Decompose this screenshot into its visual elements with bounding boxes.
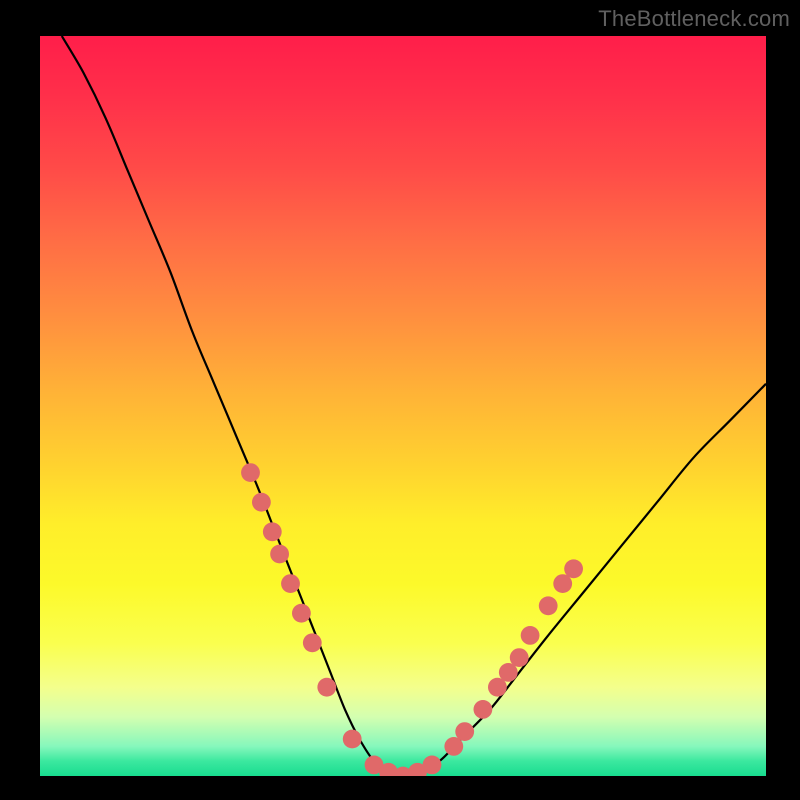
curve-marker — [317, 678, 336, 697]
bottleneck-curve — [62, 36, 766, 776]
curve-marker — [423, 756, 442, 775]
curve-marker — [510, 648, 529, 667]
curve-marker — [270, 545, 289, 564]
curve-marker — [539, 596, 558, 615]
curve-marker — [564, 559, 583, 578]
curve-marker — [455, 722, 474, 741]
curve-marker — [474, 700, 493, 719]
curve-markers — [241, 463, 583, 776]
plot-area — [40, 36, 766, 776]
curve-marker — [263, 522, 282, 541]
curve-marker — [343, 730, 362, 749]
curve-marker — [252, 493, 271, 512]
curve-marker — [241, 463, 260, 482]
curve-marker — [292, 604, 311, 623]
curve-marker — [281, 574, 300, 593]
curve-marker — [303, 633, 322, 652]
chart-svg — [40, 36, 766, 776]
watermark-text: TheBottleneck.com — [598, 6, 790, 32]
curve-marker — [521, 626, 540, 645]
chart-frame: TheBottleneck.com — [0, 0, 800, 800]
